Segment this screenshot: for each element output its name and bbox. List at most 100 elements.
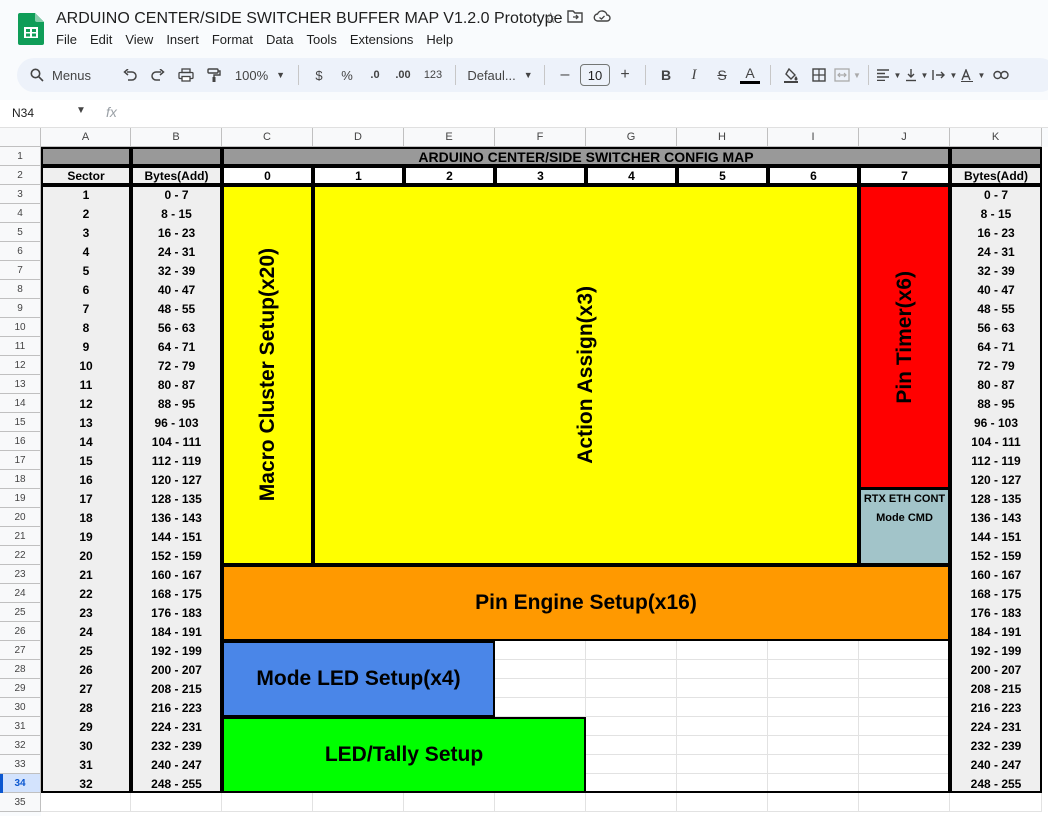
bytes-cell-right[interactable]: 64 - 71 <box>950 337 1042 356</box>
row-header[interactable]: 27 <box>0 641 41 660</box>
sector-cell[interactable]: 10 <box>41 356 131 375</box>
bytes-cell[interactable]: 24 - 31 <box>131 242 222 261</box>
row-header[interactable]: 33 <box>0 755 41 774</box>
grid-cell[interactable] <box>131 793 222 812</box>
bytes-cell[interactable]: 232 - 239 <box>131 736 222 755</box>
grid-cell[interactable] <box>495 793 586 812</box>
bytes-cell-right[interactable]: 56 - 63 <box>950 318 1042 337</box>
sector-cell[interactable]: 18 <box>41 508 131 527</box>
sector-cell[interactable]: 2 <box>41 204 131 223</box>
insert-link-icon[interactable] <box>988 62 1014 88</box>
fill-color-icon[interactable] <box>778 62 804 88</box>
row-header[interactable]: 6 <box>0 242 41 261</box>
sector-cell[interactable]: 14 <box>41 432 131 451</box>
bytes-cell[interactable]: 88 - 95 <box>131 394 222 413</box>
redo-icon[interactable] <box>145 62 171 88</box>
row-header[interactable]: 17 <box>0 451 41 470</box>
bytes-cell[interactable]: 152 - 159 <box>131 546 222 565</box>
menus-search-button[interactable]: Menus <box>18 62 115 88</box>
merge-cells-icon[interactable]: ▼ <box>834 62 861 88</box>
row-header[interactable]: 9 <box>0 299 41 318</box>
bytes-cell-right[interactable]: 136 - 143 <box>950 508 1042 527</box>
bytes-cell-right[interactable]: 0 - 7 <box>950 185 1042 204</box>
bytes-cell-right[interactable]: 72 - 79 <box>950 356 1042 375</box>
italic-button[interactable]: I <box>681 62 707 88</box>
row-header[interactable]: 34 <box>0 774 41 793</box>
bytes-cell-right[interactable]: 240 - 247 <box>950 755 1042 774</box>
row-header[interactable]: 10 <box>0 318 41 337</box>
bytes-cell-right[interactable]: 152 - 159 <box>950 546 1042 565</box>
row-header[interactable]: 29 <box>0 679 41 698</box>
row-header[interactable]: 20 <box>0 508 41 527</box>
print-icon[interactable] <box>173 62 199 88</box>
menu-tools[interactable]: Tools <box>306 32 342 47</box>
bytes-cell-right[interactable]: 96 - 103 <box>950 413 1042 432</box>
menu-edit[interactable]: Edit <box>90 32 118 47</box>
bytes-cell[interactable]: 192 - 199 <box>131 641 222 660</box>
sector-cell[interactable]: 24 <box>41 622 131 641</box>
row-header[interactable]: 30 <box>0 698 41 717</box>
bytes-cell[interactable]: 32 - 39 <box>131 261 222 280</box>
sector-cell[interactable]: 20 <box>41 546 131 565</box>
row-header[interactable]: 2 <box>0 166 41 185</box>
bytes-cell[interactable]: 184 - 191 <box>131 622 222 641</box>
bytes-cell[interactable]: 64 - 71 <box>131 337 222 356</box>
sector-cell[interactable]: 8 <box>41 318 131 337</box>
column-header[interactable]: B <box>131 128 222 147</box>
row-header[interactable]: 7 <box>0 261 41 280</box>
sector-cell[interactable]: 9 <box>41 337 131 356</box>
bytes-cell-right[interactable]: 224 - 231 <box>950 717 1042 736</box>
bytes-cell-right[interactable]: 232 - 239 <box>950 736 1042 755</box>
bytes-cell-right[interactable]: 208 - 215 <box>950 679 1042 698</box>
bytes-cell[interactable]: 224 - 231 <box>131 717 222 736</box>
sector-cell[interactable]: 12 <box>41 394 131 413</box>
bytes-cell-right[interactable]: 192 - 199 <box>950 641 1042 660</box>
row-header[interactable]: 11 <box>0 337 41 356</box>
font-select[interactable]: Defaul... ▼ <box>463 62 537 88</box>
sector-cell[interactable]: 6 <box>41 280 131 299</box>
bytes-cell-right[interactable]: 88 - 95 <box>950 394 1042 413</box>
borders-icon[interactable] <box>806 62 832 88</box>
percent-format-button[interactable]: % <box>334 62 360 88</box>
menu-format[interactable]: Format <box>212 32 259 47</box>
sector-cell[interactable]: 31 <box>41 755 131 774</box>
row-header[interactable]: 4 <box>0 204 41 223</box>
strikethrough-button[interactable]: S <box>709 62 735 88</box>
increase-decimal-button[interactable]: .00 <box>390 62 416 88</box>
bytes-cell[interactable]: 16 - 23 <box>131 223 222 242</box>
sector-cell[interactable]: 29 <box>41 717 131 736</box>
column-header[interactable]: I <box>768 128 859 147</box>
menu-data[interactable]: Data <box>266 32 299 47</box>
bytes-cell-right[interactable]: 168 - 175 <box>950 584 1042 603</box>
menu-insert[interactable]: Insert <box>166 32 205 47</box>
sector-cell[interactable]: 11 <box>41 375 131 394</box>
increase-font-size-button[interactable]: + <box>612 62 638 88</box>
bytes-cell-right[interactable]: 80 - 87 <box>950 375 1042 394</box>
decrease-font-size-button[interactable]: – <box>552 62 578 88</box>
bytes-cell[interactable]: 72 - 79 <box>131 356 222 375</box>
bytes-cell[interactable]: 80 - 87 <box>131 375 222 394</box>
sector-cell[interactable]: 30 <box>41 736 131 755</box>
sheets-logo-icon[interactable] <box>18 13 44 45</box>
grid-cell[interactable] <box>313 793 404 812</box>
bytes-cell-right[interactable]: 176 - 183 <box>950 603 1042 622</box>
sector-cell[interactable]: 13 <box>41 413 131 432</box>
bytes-cell-right[interactable]: 120 - 127 <box>950 470 1042 489</box>
sector-cell[interactable]: 23 <box>41 603 131 622</box>
bytes-cell-right[interactable]: 24 - 31 <box>950 242 1042 261</box>
bytes-cell-right[interactable]: 184 - 191 <box>950 622 1042 641</box>
bytes-cell-right[interactable]: 104 - 111 <box>950 432 1042 451</box>
sector-cell[interactable]: 32 <box>41 774 131 793</box>
row-header[interactable]: 31 <box>0 717 41 736</box>
chevron-down-icon[interactable]: ▼ <box>76 105 86 116</box>
column-header[interactable]: G <box>586 128 677 147</box>
menu-help[interactable]: Help <box>426 32 459 47</box>
bytes-cell[interactable]: 248 - 255 <box>131 774 222 793</box>
sector-cell[interactable]: 25 <box>41 641 131 660</box>
bytes-cell[interactable]: 208 - 215 <box>131 679 222 698</box>
bytes-cell[interactable]: 136 - 143 <box>131 508 222 527</box>
bytes-cell-right[interactable]: 112 - 119 <box>950 451 1042 470</box>
sector-cell[interactable]: 28 <box>41 698 131 717</box>
select-all-corner[interactable] <box>0 128 41 147</box>
sector-cell[interactable]: 26 <box>41 660 131 679</box>
